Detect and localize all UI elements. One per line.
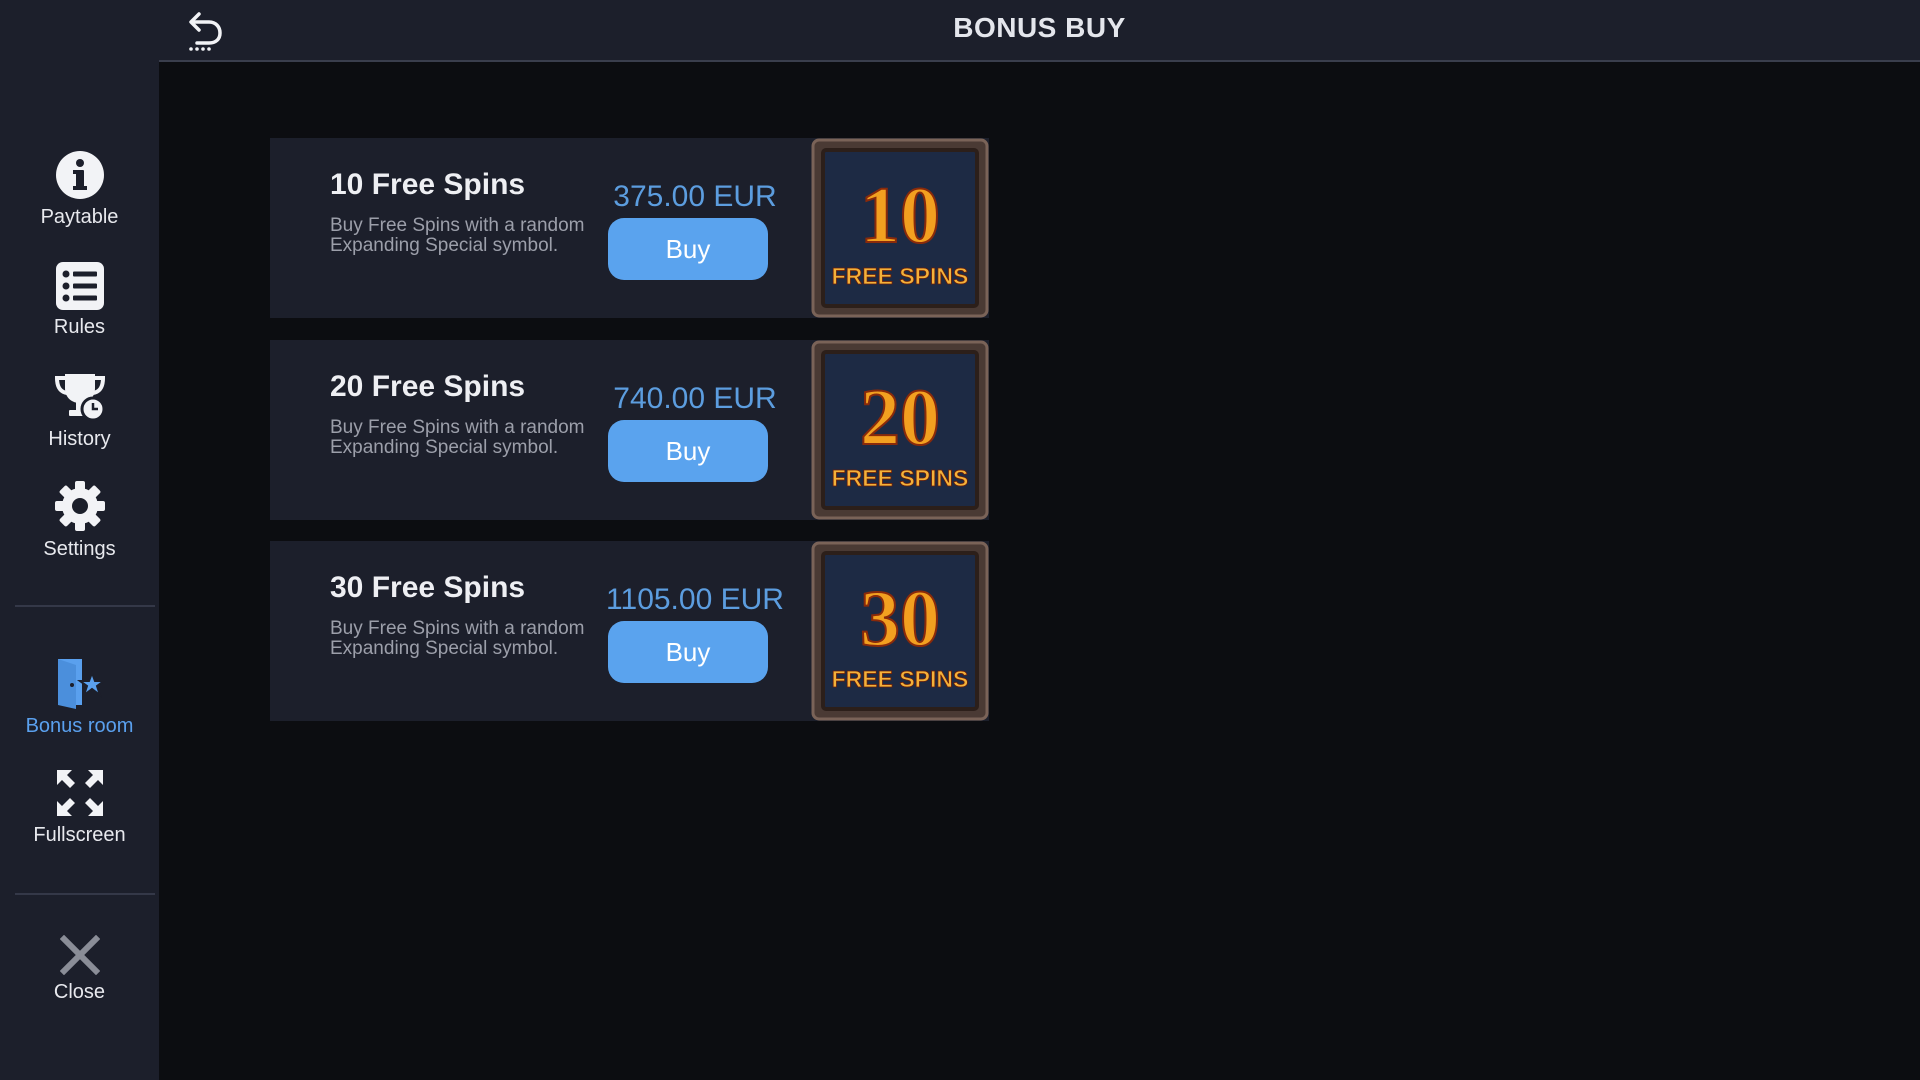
sidebar: Paytable Rules History Settings Bonus ro…	[0, 0, 159, 1080]
sidebar-item-label: Fullscreen	[33, 824, 126, 846]
sidebar-item-settings[interactable]: Settings	[0, 480, 159, 561]
sidebar-item-rules[interactable]: Rules	[0, 262, 159, 339]
header-bar: BONUS BUY	[159, 0, 1920, 62]
sidebar-item-label: Bonus room	[25, 715, 134, 737]
gear-icon	[54, 481, 105, 531]
sidebar-item-label: Close	[53, 981, 106, 1003]
badge-number: 10	[860, 172, 940, 260]
sidebar-divider	[15, 893, 155, 895]
sidebar-divider	[15, 605, 155, 607]
buy-button[interactable]: Buy	[608, 218, 768, 280]
offer-title: 20 Free Spins	[330, 370, 526, 403]
fullscreen-icon	[56, 770, 103, 816]
badge-label: FREE SPINS	[832, 666, 969, 692]
badge-label: FREE SPINS	[832, 465, 969, 491]
offer-price: 375.00 EUR	[613, 180, 777, 213]
sidebar-item-label: Rules	[53, 316, 106, 338]
trophy-clock-icon	[54, 374, 105, 422]
badge-number: 20	[860, 374, 940, 462]
offer-description: Buy Free Spins with a random Expanding S…	[330, 215, 585, 256]
free-spins-badge: 10 FREE SPINS	[811, 138, 989, 318]
buy-button[interactable]: Buy	[608, 420, 768, 482]
sidebar-item-bonus-room[interactable]: Bonus room	[0, 655, 159, 738]
sidebar-item-history[interactable]: History	[0, 372, 159, 451]
sidebar-item-paytable[interactable]: Paytable	[0, 150, 159, 229]
offer-description: Buy Free Spins with a random Expanding S…	[330, 618, 585, 659]
door-star-icon	[57, 659, 106, 709]
page-title: BONUS BUY	[953, 12, 1126, 43]
offer-title: 10 Free Spins	[330, 168, 526, 201]
free-spins-badge: 30 FREE SPINS	[811, 541, 989, 721]
free-spins-badge: 20 FREE SPINS	[811, 340, 989, 520]
offer-title: 30 Free Spins	[330, 571, 526, 604]
offer-price: 1105.00 EUR	[606, 583, 784, 616]
offer-card: 10 Free Spins Buy Free Spins with a rand…	[270, 138, 989, 318]
sidebar-item-label: Settings	[43, 538, 116, 560]
sidebar-item-fullscreen[interactable]: Fullscreen	[0, 768, 159, 847]
close-icon	[59, 935, 100, 975]
offer-price: 740.00 EUR	[613, 382, 777, 415]
offer-card: 20 Free Spins Buy Free Spins with a rand…	[270, 340, 989, 520]
sidebar-item-label: Paytable	[40, 206, 119, 228]
buy-button[interactable]: Buy	[608, 621, 768, 683]
badge-label: FREE SPINS	[832, 263, 969, 289]
sidebar-item-label: History	[48, 428, 111, 450]
list-icon	[55, 262, 104, 310]
badge-number: 30	[860, 575, 940, 663]
sidebar-item-close[interactable]: Close	[0, 935, 159, 1004]
offer-description: Buy Free Spins with a random Expanding S…	[330, 417, 585, 458]
offer-card: 30 Free Spins Buy Free Spins with a rand…	[270, 541, 989, 721]
info-icon	[55, 151, 104, 199]
